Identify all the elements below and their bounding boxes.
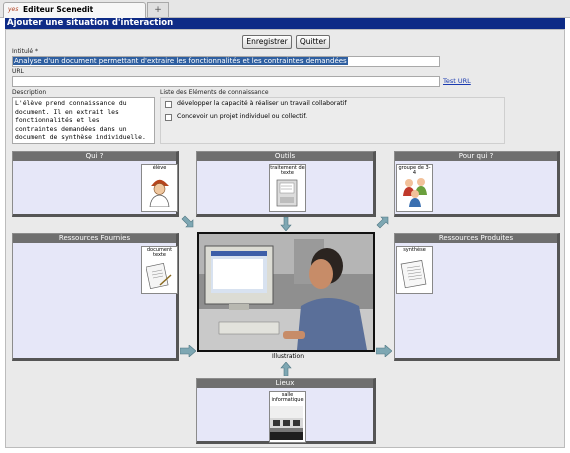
knowledge-label: Liste des Eléments de connaissance <box>160 89 269 96</box>
summary-card[interactable]: synthèse <box>396 246 433 294</box>
word-processor-icon <box>276 179 298 207</box>
favicon-icon: yes <box>8 6 19 13</box>
word-processor-card-label: traitement de texte <box>270 165 305 177</box>
url-input[interactable] <box>12 76 440 87</box>
computer-room-card[interactable]: salle informatique <box>269 391 306 443</box>
knowledge-item-2: Concevoir un projet individuel ou collec… <box>177 113 308 120</box>
test-url-link[interactable]: Test URL <box>443 77 471 85</box>
summary-card-label: synthèse <box>403 247 426 253</box>
student-card-label: élève <box>152 165 167 171</box>
url-label: URL <box>12 68 24 75</box>
description-line: L'élève prend connaissance du <box>15 99 127 107</box>
title-value: Analyse d'un document permettant d'extra… <box>13 57 348 65</box>
qui-header: Qui ? <box>13 152 176 161</box>
description-line: document de synthèse individuelle. <box>15 133 146 142</box>
description-line: fonctionnalités et les <box>15 116 100 125</box>
knowledge-item-1: développer la capacité à réaliser un tra… <box>177 100 347 107</box>
illustration-image <box>199 234 373 350</box>
quit-button[interactable]: Quitter <box>296 35 330 49</box>
illustration-caption: Illustration <box>271 353 305 360</box>
pour-qui-panel: Pour qui ? groupe de 3-4 <box>394 151 560 217</box>
student-card[interactable]: élève <box>141 164 178 212</box>
arrow-up-icon <box>280 362 292 376</box>
arrow-right-left-icon <box>180 345 196 357</box>
document-card-label: document texte <box>146 247 173 259</box>
ressources-fournies-header: Ressources Fournies <box>13 234 176 243</box>
summary-icon <box>400 260 427 289</box>
title-input[interactable]: Analyse d'un document permettant d'extra… <box>12 56 440 67</box>
description-line: document. Il en extrait les <box>15 107 119 116</box>
outils-header: Outils <box>197 152 373 161</box>
ressources-fournies-panel: Ressources Fournies document texte <box>12 233 179 361</box>
knowledge-list: développer la capacité à réaliser un tra… <box>160 97 505 144</box>
lieux-header: Lieux <box>197 379 373 388</box>
group-card[interactable]: groupe de 3-4 <box>396 164 433 212</box>
qui-panel: Qui ? élève <box>12 151 179 217</box>
pour-qui-header: Pour qui ? <box>395 152 557 161</box>
knowledge-checkbox-1[interactable] <box>165 101 172 108</box>
computer-room-icon <box>270 406 303 440</box>
illustration-photo[interactable] <box>197 232 375 352</box>
save-button[interactable]: Enregistrer <box>242 35 292 49</box>
student-icon <box>149 179 170 207</box>
description-label: Description <box>12 89 47 96</box>
ressources-produites-panel: Ressources Produites synthèse <box>394 233 560 361</box>
arrow-diagonal-up-right-icon <box>376 216 389 229</box>
page-header: Ajouter une situation d'interaction <box>5 18 565 29</box>
page-title: Ajouter une situation d'interaction <box>7 18 174 28</box>
word-processor-card[interactable]: traitement de texte <box>269 164 306 212</box>
description-textarea[interactable]: L'élève prend connaissance du document. … <box>12 97 155 144</box>
arrow-right-icon <box>376 345 392 357</box>
description-line: contraintes demandées dans un <box>15 124 127 133</box>
tab-title: Editeur Scenedit <box>23 5 94 14</box>
arrow-down-icon <box>280 217 292 231</box>
ressources-produites-header: Ressources Produites <box>395 234 557 243</box>
document-icon <box>146 263 172 289</box>
arrow-diagonal-down-right-icon <box>181 215 194 228</box>
knowledge-checkbox-2[interactable] <box>165 114 172 121</box>
new-tab-button[interactable]: + <box>147 2 169 17</box>
group-icon <box>403 178 427 207</box>
browser-tab[interactable]: yes Editeur Scenedit <box>3 2 146 18</box>
lieux-panel: Lieux salle informatique <box>196 378 376 444</box>
computer-room-card-label: salle informatique <box>271 392 304 404</box>
title-label: Intitulé * <box>12 48 39 55</box>
outils-panel: Outils traitement de texte <box>196 151 376 217</box>
document-card[interactable]: document texte <box>141 246 178 294</box>
